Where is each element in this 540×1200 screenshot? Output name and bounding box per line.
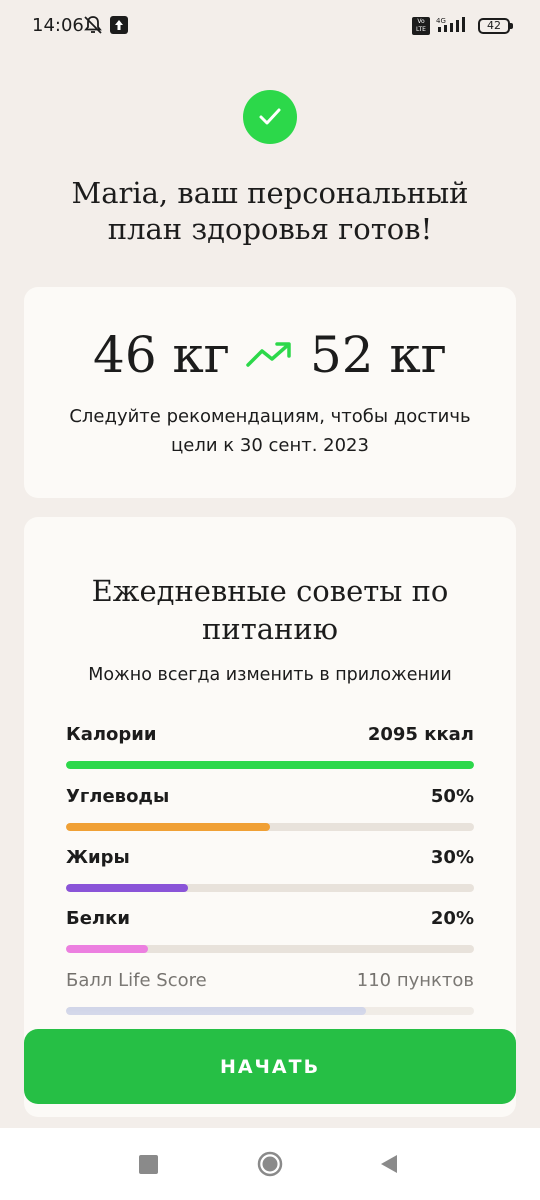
current-weight: 46 кг [93, 326, 230, 384]
metric-value: 30% [430, 847, 474, 868]
target-weight: 52 кг [310, 326, 447, 384]
progress-fill [66, 823, 270, 831]
status-time: 14:06 [32, 15, 84, 36]
goal-card [24, 287, 516, 498]
metric-carbs: Углеводы 50% [66, 785, 474, 831]
goal-description: Следуйте рекомендациям, чтобы достичь це… [69, 406, 471, 456]
metric-label: Углеводы [66, 786, 170, 807]
metric-fats: Жиры 30% [66, 846, 474, 892]
start-button[interactable]: НАЧАТЬ [24, 1029, 516, 1104]
progress-fill [66, 761, 474, 769]
recents-square-icon[interactable] [139, 1155, 158, 1174]
progress-track [66, 761, 474, 769]
check-circle-icon [243, 90, 297, 144]
system-nav-bar [0, 1128, 540, 1200]
home-circle-icon[interactable] [257, 1151, 283, 1177]
weight-goal: 46 кг 52 кг [0, 325, 540, 385]
network-type: 4G [436, 17, 446, 25]
progress-fill [66, 884, 189, 892]
back-triangle-icon[interactable] [378, 1153, 400, 1175]
metric-proteins: Белки 20% [66, 907, 474, 953]
volte-icon: Vo LTE [412, 17, 430, 35]
progress-track [66, 1007, 474, 1015]
metric-value: 50% [430, 786, 474, 807]
metric-label: Балл Life Score [66, 970, 207, 991]
progress-fill [66, 1007, 366, 1015]
metric-value: 20% [430, 908, 474, 929]
metric-value: 2095 ккал [367, 724, 474, 745]
metric-value: 110 пунктов [356, 970, 474, 991]
signal-icon: 4G [436, 17, 465, 32]
metric-label: Калории [66, 724, 157, 745]
metric-label: Жиры [66, 847, 130, 868]
metric-calories: Калории 2095 ккал [66, 723, 474, 769]
metric-life-score: Балл Life Score 110 пунктов [66, 969, 474, 1015]
page-title: Maria, ваш персональный план здоровья го… [71, 176, 469, 246]
battery-icon: 42 [478, 18, 513, 34]
progress-track [66, 945, 474, 953]
progress-fill [66, 945, 148, 953]
metric-label: Белки [66, 908, 130, 929]
progress-track [66, 823, 474, 831]
nutrition-subtitle: Можно всегда изменить в приложении [88, 665, 452, 685]
status-indicators: Vo LTE 4G 42 [412, 14, 513, 38]
upload-icon [110, 16, 128, 34]
progress-track [66, 884, 474, 892]
nutrition-title: Ежедневные советы по питанию [91, 574, 449, 646]
status-bar: 14:06 Vo LTE 4G 42 [0, 0, 540, 52]
trend-up-icon [246, 342, 291, 367]
bell-off-icon [82, 14, 104, 36]
